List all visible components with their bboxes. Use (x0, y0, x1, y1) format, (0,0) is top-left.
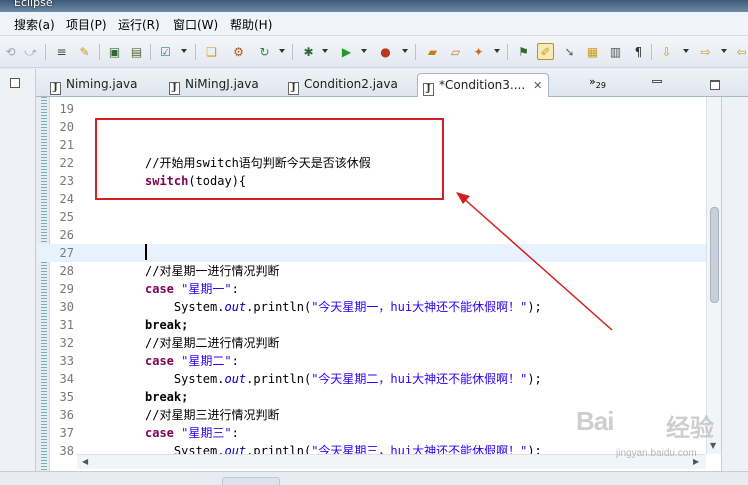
tab-nimingj[interactable]: J NiMingJ.java (165, 73, 285, 97)
maximize-icon[interactable] (710, 80, 720, 90)
code-line: 29 case "星期一": (59, 282, 239, 296)
left-minimized-pane (0, 69, 36, 485)
bottom-trim-area (0, 471, 748, 485)
refresh-icon[interactable]: ↻ (256, 43, 273, 60)
menu-run[interactable]: 运行(R) (118, 16, 160, 33)
toolbar-separator (292, 44, 293, 60)
text-caret (145, 244, 147, 260)
close-icon[interactable]: ✕ (533, 79, 542, 92)
save-icon[interactable]: ▣ (106, 43, 123, 60)
scrollbar-thumb[interactable] (710, 207, 719, 303)
code-line: 36//对星期三进行情况判断 (59, 408, 280, 422)
chevron-down-icon[interactable] (402, 49, 408, 53)
bottom-panel-tab[interactable] (222, 477, 280, 485)
run-external-icon[interactable]: ● (377, 43, 394, 60)
debug-icon[interactable]: ✱ (300, 43, 317, 60)
editor-tab-bar: J Niming.java J NiMingJ.java J Condition2.j… (36, 69, 748, 97)
scroll-left-icon[interactable]: ◀ (82, 457, 88, 466)
next-icon[interactable]: ⇦ (733, 43, 748, 60)
open-type-icon[interactable]: ▦ (584, 43, 601, 60)
current-code-line: 27 (37, 244, 707, 262)
print-icon[interactable]: ▤ (128, 43, 145, 60)
menu-project[interactable]: 项目(P) (66, 16, 107, 33)
code-line: 28//对星期一进行情况判断 (59, 264, 280, 278)
chevron-down-icon[interactable] (181, 49, 187, 53)
tab-niming[interactable]: J Niming.java (44, 73, 164, 97)
annotation-highlight-box (95, 118, 444, 200)
tab-label: Niming.java (66, 77, 138, 91)
chevron-down-icon[interactable] (494, 49, 500, 53)
show-whitespace-icon[interactable]: ▥ (607, 43, 624, 60)
java-file-icon: J (169, 82, 180, 95)
scroll-down-icon[interactable]: ▼ (710, 441, 716, 450)
restore-icon[interactable] (10, 78, 20, 88)
highlight-icon[interactable]: ✐ (537, 43, 554, 60)
tab-label: *Condition3.... (439, 78, 526, 92)
code-line: 31 break; (59, 318, 189, 332)
java-file-icon: J (423, 83, 434, 96)
code-line: 32//对星期二进行情况判断 (59, 336, 280, 350)
prev-edit-icon[interactable]: ⇩ (658, 43, 675, 60)
toolbar-separator (150, 44, 151, 60)
toolbar: ⟲ ⤻ ≡ ✎ ▣ ▤ ☑ ❏ ⚙ ↻ ✱ ▶ ● ▰ ▱ ✦ ⚑ ✐ ➘ ▦ … (0, 36, 748, 68)
toolbar-separator (507, 44, 508, 60)
code-line: 25 (59, 210, 74, 224)
tab-label: NiMingJ.java (185, 77, 259, 91)
scroll-right-icon[interactable]: ▶ (693, 457, 699, 466)
build-icon[interactable]: ⚙ (230, 43, 247, 60)
code-line: 35 break; (59, 390, 189, 404)
menu-search[interactable]: 搜索(a) (14, 16, 55, 33)
minimize-icon[interactable] (652, 80, 662, 83)
chevron-down-icon[interactable] (361, 49, 367, 53)
tab-condition3[interactable]: J *Condition3.... ✕ (417, 73, 549, 97)
code-line: 34 System.out.println("今天星期二，hui大神还不能休假啊… (59, 372, 542, 386)
search-icon[interactable]: ✦ (470, 43, 487, 60)
toolbar-separator (99, 44, 100, 60)
code-line: 37 case "星期三": (59, 426, 239, 440)
menu-bar: 搜索(a) 项目(P) 运行(R) 窗口(W) 帮助(H) (0, 12, 748, 36)
open-folder-icon[interactable]: ▰ (424, 43, 441, 60)
pilcrow-icon[interactable]: ¶ (630, 43, 647, 60)
toggle-comment-icon[interactable]: ≡ (53, 43, 70, 60)
toolbar-separator (415, 44, 416, 60)
pin-icon[interactable]: ⚑ (515, 43, 532, 60)
toolbar-separator (651, 44, 652, 60)
chevron-down-icon[interactable] (279, 49, 285, 53)
code-line: 30 System.out.println("今天星期一，hui大神还不能休假啊… (59, 300, 542, 314)
chevron-down-icon[interactable] (683, 49, 689, 53)
checkbox-icon[interactable]: ☑ (157, 43, 174, 60)
last-edit-icon[interactable]: ⇨ (697, 43, 714, 60)
open-resource-icon[interactable]: ▱ (447, 43, 464, 60)
code-line: 19 (59, 102, 74, 116)
chevron-down-icon[interactable] (322, 49, 328, 53)
next-annotation-icon[interactable]: ➘ (561, 43, 578, 60)
code-line: 26 (59, 228, 74, 242)
mark-occurrences-icon[interactable]: ✎ (76, 43, 93, 60)
horizontal-scrollbar[interactable]: ◀ ▶ (77, 454, 706, 469)
window-title: Eclipse (14, 0, 53, 9)
chevron-right-icon: » (589, 75, 596, 88)
run-icon[interactable]: ▶ (338, 43, 355, 60)
overflow-count: 29 (595, 81, 606, 91)
menu-window[interactable]: 窗口(W) (173, 16, 218, 33)
title-bar: Eclipse (0, 0, 748, 12)
chevron-down-icon[interactable] (721, 49, 727, 53)
right-trim-area (721, 97, 748, 471)
tab-overflow[interactable]: »29 (589, 75, 606, 90)
vertical-scrollbar[interactable]: ▼ (706, 97, 721, 454)
menu-help[interactable]: 帮助(H) (230, 16, 272, 33)
toolbar-separator (195, 44, 196, 60)
tab-condition2[interactable]: J Condition2.java (286, 73, 421, 97)
code-line: 33 case "星期二": (59, 354, 239, 368)
tab-label: Condition2.java (304, 77, 398, 91)
toolbar-separator (45, 44, 46, 60)
java-file-icon: J (288, 82, 299, 95)
new-java-file-icon[interactable]: ❏ (203, 43, 220, 60)
back-icon[interactable]: ⟲ (2, 43, 19, 60)
java-file-icon: J (50, 82, 61, 95)
forward-icon[interactable]: ⤻ (22, 43, 39, 60)
